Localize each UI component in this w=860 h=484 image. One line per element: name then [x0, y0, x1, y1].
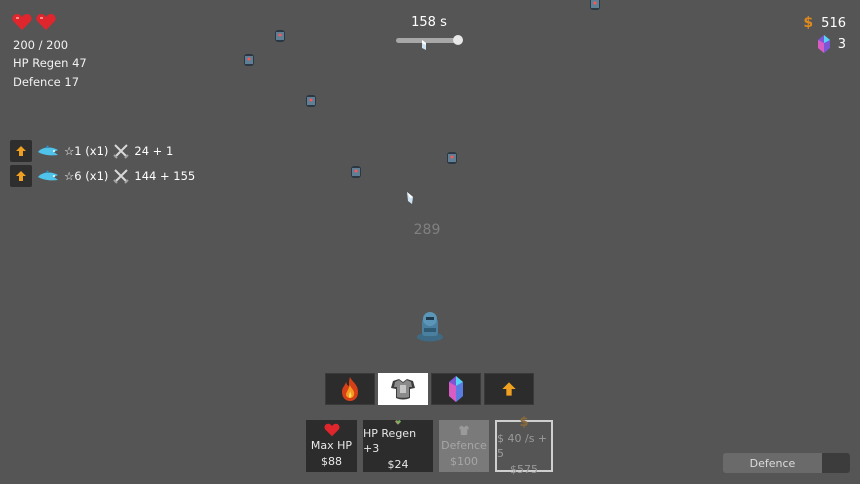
category-tabs — [325, 373, 534, 405]
enemy-icon — [351, 166, 361, 178]
damage-number: 289 — [413, 222, 441, 238]
gem-value: 3 — [837, 36, 846, 52]
fire-icon — [342, 377, 358, 401]
tab-crystal[interactable] — [431, 373, 481, 405]
projectile-icon — [407, 192, 413, 204]
heart-icon — [36, 14, 56, 30]
tab-upgrades[interactable] — [484, 373, 534, 405]
crystal-icon — [817, 35, 830, 53]
income-button[interactable]: $ $ 40 /s + 5 $575 — [495, 415, 553, 476]
armor-icon — [391, 379, 415, 400]
hp-regen-label: HP Regen +3 — [363, 427, 417, 455]
max-hp-price: $88 — [321, 455, 342, 468]
heart-regen-icon — [395, 420, 401, 425]
wave-timer: 158 s — [411, 15, 447, 30]
arrow-up-icon — [502, 382, 516, 396]
max-hp-label: Max HP — [310, 439, 353, 452]
enemy-icon — [244, 54, 254, 66]
hearts — [12, 13, 56, 31]
weapon-level: ☆1 (x1) — [64, 144, 109, 158]
hp-regen-text: HP Regen 47 — [13, 56, 87, 70]
dollar-icon: $ — [803, 15, 814, 31]
heart-icon — [12, 14, 32, 30]
defence-button[interactable]: Defence $100 — [439, 420, 489, 472]
hp-regen-price: $24 — [387, 458, 409, 471]
income-price: $575 — [510, 463, 538, 476]
weapon-damage: 24 + 1 — [134, 144, 174, 158]
defence-label: Defence — [441, 438, 487, 452]
arrow-up-icon — [16, 146, 26, 156]
money-value: 516 — [821, 15, 846, 31]
weapon-level: ☆6 (x1) — [64, 169, 109, 183]
crossed-swords-icon — [113, 169, 130, 184]
gem-display: 3 — [817, 35, 846, 53]
enemy-icon — [447, 152, 457, 164]
max-hp-button[interactable]: Max HP $88 — [306, 420, 357, 472]
arrow-up-icon — [16, 171, 26, 181]
crystal-marker-icon — [422, 40, 426, 50]
crossed-swords-icon — [113, 144, 130, 159]
tab-attack[interactable] — [325, 373, 375, 405]
defence-toggle[interactable]: Defence — [723, 453, 850, 473]
money-display: $ 516 — [803, 15, 846, 31]
upgrade-weapon-button[interactable] — [10, 140, 32, 162]
dollar-icon: $ — [519, 415, 529, 430]
hp-text: 200 / 200 — [13, 38, 69, 52]
weapon-damage: 144 + 155 — [134, 169, 196, 183]
defence-text: Defence 17 — [13, 75, 80, 89]
upgrade-shop: Max HP $88 HP Regen +3 $24 Defence $100 … — [306, 415, 553, 476]
armor-icon — [459, 425, 469, 435]
enemy-icon — [275, 30, 285, 42]
tab-defence[interactable] — [378, 373, 428, 405]
enemy-icon — [306, 95, 316, 107]
crystal-icon — [449, 376, 463, 402]
heart-icon — [324, 423, 339, 437]
hp-regen-button[interactable]: HP Regen +3 $24 — [363, 420, 433, 472]
wave-progress-knob[interactable] — [453, 35, 463, 45]
shark-weapon-icon — [38, 170, 58, 181]
defence-toggle-label: Defence — [749, 456, 796, 470]
income-label: $ 40 /s + 5 — [497, 432, 548, 460]
weapon-row: ☆6 (x1) 144 + 155 — [10, 165, 195, 187]
upgrade-weapon-button[interactable] — [10, 165, 32, 187]
defence-price: $100 — [450, 454, 478, 468]
shark-weapon-icon — [38, 145, 58, 156]
weapon-row: ☆1 (x1) 24 + 1 — [10, 140, 173, 162]
tower-icon — [417, 312, 443, 342]
enemy-icon — [590, 0, 600, 10]
